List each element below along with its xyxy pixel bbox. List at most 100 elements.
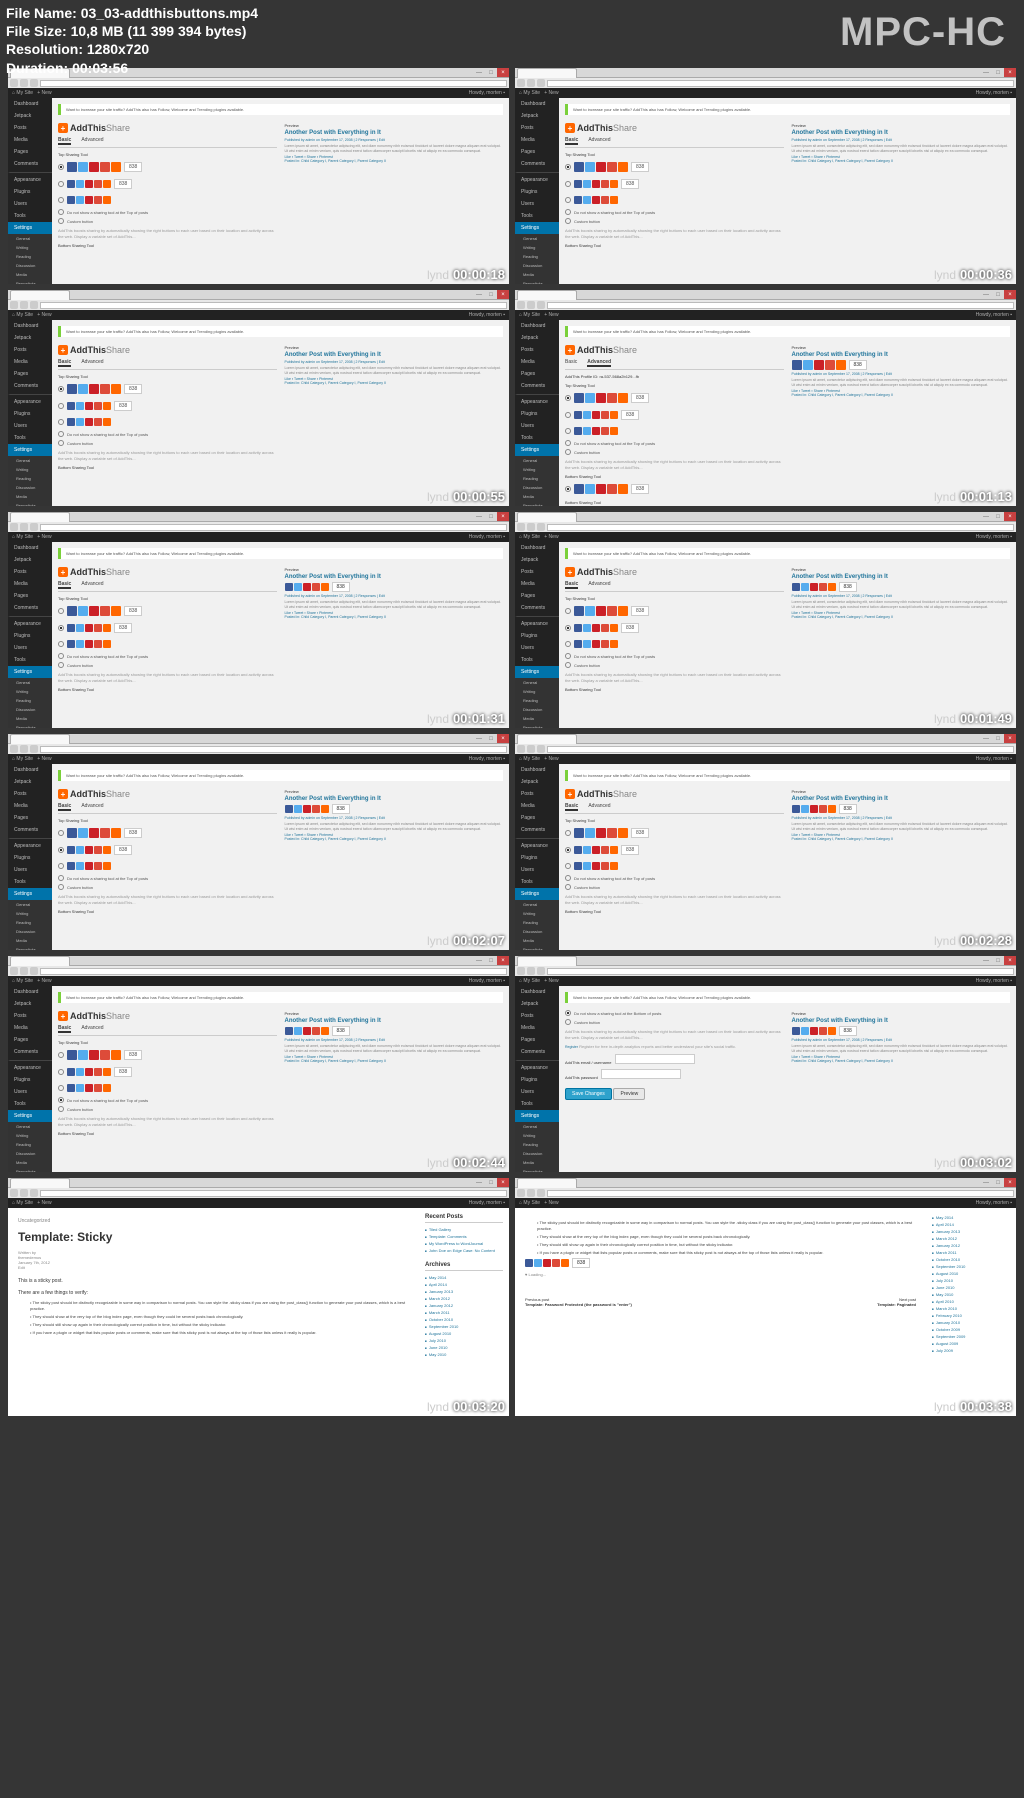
sidebar-item[interactable]: Settings (8, 888, 52, 900)
pinterest-icon[interactable] (85, 402, 93, 410)
googleplus-icon[interactable] (607, 393, 617, 403)
sidebar-item[interactable]: Jetpack (8, 110, 52, 122)
pinterest-icon[interactable] (85, 640, 93, 648)
sidebar-item[interactable]: Appearance (8, 394, 52, 408)
pinterest-icon[interactable] (810, 1027, 818, 1035)
sidebar-item[interactable]: Users (8, 420, 52, 432)
sidebar-item[interactable]: Pages (515, 590, 559, 602)
addthis-more-icon[interactable] (836, 360, 846, 370)
pinterest-icon[interactable] (89, 384, 99, 394)
sidebar-item[interactable]: Settings (515, 222, 559, 234)
googleplus-icon[interactable] (94, 846, 102, 854)
settings-tabs[interactable]: BasicAdvanced (565, 803, 784, 814)
sidebar-subitem[interactable]: Discussion (8, 261, 52, 270)
sidebar-subitem[interactable]: Reading (515, 1140, 559, 1149)
pinterest-icon[interactable] (592, 196, 600, 204)
googleplus-icon[interactable] (825, 360, 835, 370)
sidebar-item[interactable]: Appearance (515, 394, 559, 408)
wp-admin-bar[interactable]: ⌂ My Site + NewHowdy, morten ▪ (8, 88, 509, 98)
addthis-more-icon[interactable] (321, 1027, 329, 1035)
addthis-more-icon[interactable] (618, 393, 628, 403)
addthis-more-icon[interactable] (111, 162, 121, 172)
twitter-icon[interactable] (294, 1027, 302, 1035)
twitter-icon[interactable] (583, 862, 591, 870)
radio-style-1[interactable]: 838 (58, 1048, 277, 1062)
facebook-icon[interactable] (67, 828, 77, 838)
sidebar-item[interactable]: Plugins (8, 408, 52, 420)
twitter-icon[interactable] (801, 583, 809, 591)
sidebar-item[interactable]: Settings (8, 222, 52, 234)
sidebar-subitem[interactable]: General (515, 678, 559, 687)
sidebar-item[interactable]: Jetpack (515, 332, 559, 344)
sidebar-item[interactable]: Tools (8, 654, 52, 666)
facebook-icon[interactable] (574, 393, 584, 403)
facebook-icon[interactable] (574, 862, 582, 870)
facebook-icon[interactable] (67, 624, 75, 632)
sidebar-item[interactable]: Users (8, 864, 52, 876)
googleplus-icon[interactable] (312, 583, 320, 591)
sidebar-item[interactable]: Appearance (515, 616, 559, 630)
facebook-icon[interactable] (574, 180, 582, 188)
sidebar-item[interactable]: Comments (515, 824, 559, 836)
address-bar[interactable] (8, 744, 509, 754)
twitter-icon[interactable] (294, 805, 302, 813)
radio-style-2[interactable]: 838 (565, 408, 784, 422)
radio-hide[interactable]: Do not show a sharing tool at the Top of… (58, 209, 277, 215)
sidebar-subitem[interactable]: Discussion (8, 705, 52, 714)
radio-hide[interactable]: Do not show a sharing tool at the Top of… (58, 1097, 277, 1103)
sidebar-item[interactable]: Users (515, 642, 559, 654)
browser-tabs[interactable]: —□× (515, 68, 1016, 78)
sidebar-item[interactable]: Pages (515, 368, 559, 380)
googleplus-icon[interactable] (601, 196, 609, 204)
archive-link[interactable]: January 2010 (932, 1319, 1010, 1326)
address-bar[interactable] (8, 966, 509, 976)
sidebar-subitem[interactable]: Media (8, 270, 52, 279)
twitter-icon[interactable] (76, 862, 84, 870)
googleplus-icon[interactable] (601, 640, 609, 648)
radio-style-3[interactable] (58, 638, 277, 650)
twitter-icon[interactable] (76, 196, 84, 204)
browser-tabs[interactable]: —□× (8, 1178, 509, 1188)
googleplus-icon[interactable] (94, 180, 102, 188)
sidebar-subitem[interactable]: Writing (8, 687, 52, 696)
pinterest-icon[interactable] (89, 606, 99, 616)
sidebar-subitem[interactable]: General (515, 456, 559, 465)
sidebar-item[interactable]: Posts (8, 788, 52, 800)
sidebar-item[interactable]: Tools (8, 1098, 52, 1110)
pinterest-icon[interactable] (592, 862, 600, 870)
sidebar-item[interactable]: Posts (8, 344, 52, 356)
archive-link[interactable]: April 2014 (425, 1281, 503, 1288)
sidebar-subitem[interactable]: Reading (8, 696, 52, 705)
sidebar-item[interactable]: Comments (8, 824, 52, 836)
radio-style-3[interactable] (565, 425, 784, 437)
wp-admin-bar[interactable]: ⌂ My Site + NewHowdy, morten ▪ (515, 1198, 1016, 1208)
sidebar-item[interactable]: Comments (8, 380, 52, 392)
pinterest-icon[interactable] (85, 862, 93, 870)
addthis-more-icon[interactable] (111, 1050, 121, 1060)
password-input[interactable] (601, 1069, 681, 1079)
pinterest-icon[interactable] (303, 1027, 311, 1035)
facebook-icon[interactable] (574, 606, 584, 616)
sidebar-item[interactable]: Media (8, 1022, 52, 1034)
address-bar[interactable] (515, 966, 1016, 976)
archive-link[interactable]: March 2010 (932, 1305, 1010, 1312)
googleplus-icon[interactable] (100, 606, 110, 616)
radio-style-1[interactable]: 838 (58, 160, 277, 174)
twitter-icon[interactable] (801, 805, 809, 813)
googleplus-icon[interactable] (607, 828, 617, 838)
twitter-icon[interactable] (78, 828, 88, 838)
radio-style-2[interactable]: 838 (58, 843, 277, 857)
addthis-more-icon[interactable] (618, 828, 628, 838)
googleplus-icon[interactable] (552, 1259, 560, 1267)
radio-style-3[interactable] (565, 860, 784, 872)
sidebar-item[interactable]: Jetpack (515, 554, 559, 566)
addthis-more-icon[interactable] (610, 180, 618, 188)
twitter-icon[interactable] (585, 484, 595, 494)
sidebar-item[interactable]: Users (515, 420, 559, 432)
sidebar-subitem[interactable]: Discussion (515, 483, 559, 492)
sidebar-item[interactable]: Jetpack (8, 776, 52, 788)
archive-link[interactable]: October 2010 (932, 1256, 1010, 1263)
settings-tabs[interactable]: BasicAdvanced (565, 581, 784, 592)
radio-style-2[interactable]: 838 (58, 621, 277, 635)
sidebar-subitem[interactable]: General (8, 234, 52, 243)
